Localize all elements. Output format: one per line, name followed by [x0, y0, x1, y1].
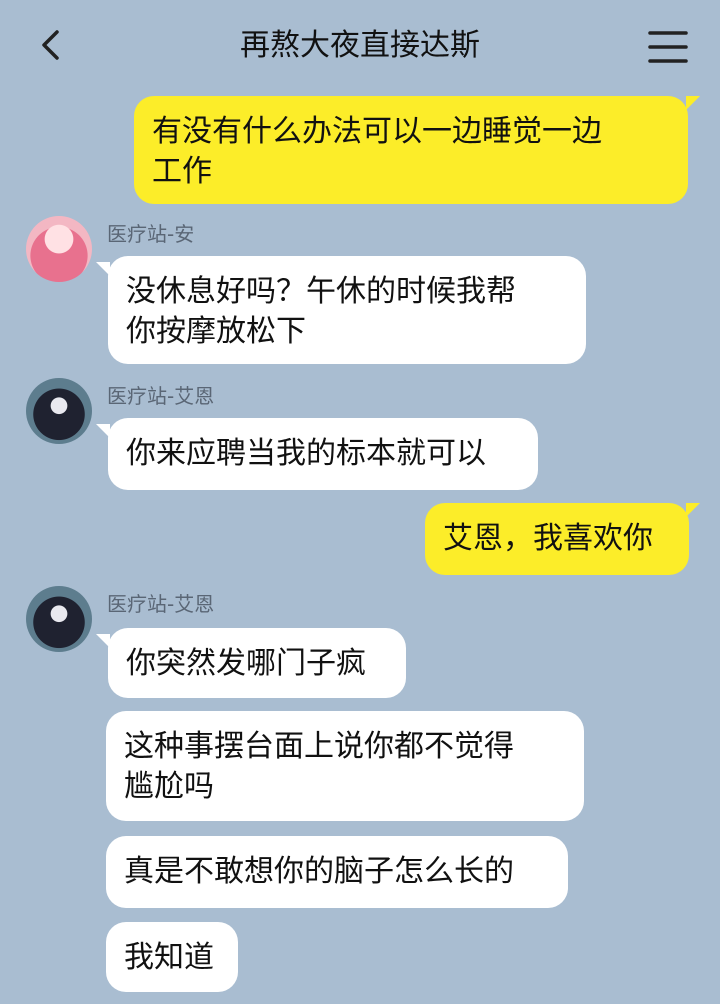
sender-name: 医疗站-艾恩: [107, 592, 215, 616]
message-bubble-self[interactable]: 艾恩，我喜欢你: [425, 503, 689, 575]
message-bubble-other[interactable]: 你突然发哪门子疯: [108, 628, 406, 698]
avatar-an[interactable]: [26, 216, 92, 282]
bubble-tail: [686, 96, 700, 110]
message-bubble-other[interactable]: 没休息好吗？午休的时候我帮 你按摩放松下: [108, 256, 586, 364]
message-bubble-other[interactable]: 我知道: [106, 922, 238, 992]
message-bubble-other[interactable]: 这种事摆台面上说你都不觉得 尴尬吗: [106, 711, 584, 821]
sender-name: 医疗站-艾恩: [107, 384, 215, 408]
chat-title: 再熬大夜直接达斯: [240, 28, 480, 63]
menu-button[interactable]: [644, 24, 692, 70]
hamburger-menu-icon: [648, 31, 688, 63]
bubble-tail: [686, 503, 700, 517]
avatar-ai-en[interactable]: [26, 586, 92, 652]
avatar-ai-en[interactable]: [26, 378, 92, 444]
chat-header: 再熬大夜直接达斯: [0, 0, 720, 92]
message-bubble-other[interactable]: 你来应聘当我的标本就可以: [108, 418, 538, 490]
sender-name: 医疗站-安: [107, 222, 195, 246]
message-bubble-self[interactable]: 有没有什么办法可以一边睡觉一边 工作: [134, 96, 688, 204]
message-bubble-other[interactable]: 真是不敢想你的脑子怎么长的: [106, 836, 568, 908]
